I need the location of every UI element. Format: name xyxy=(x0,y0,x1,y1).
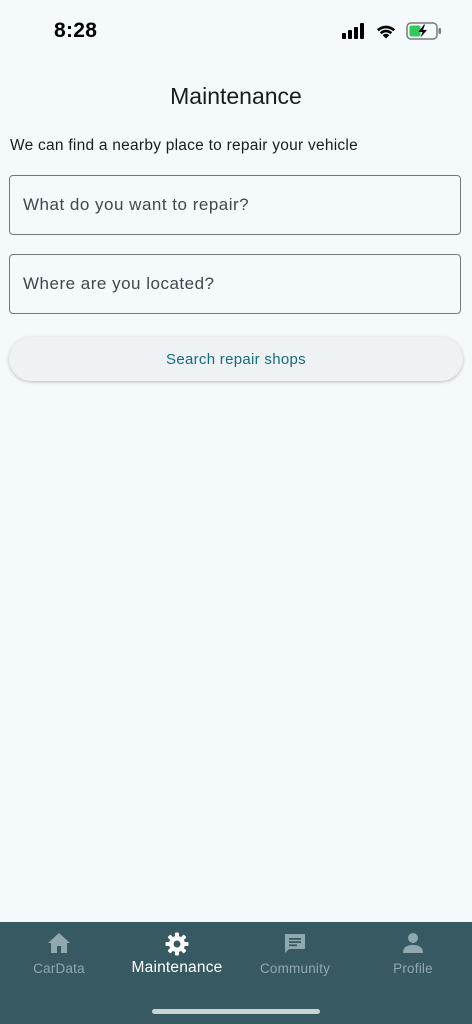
chat-icon xyxy=(285,934,305,953)
nav-item-maintenance[interactable]: Maintenance xyxy=(118,922,236,992)
location-input-placeholder: Where are you located? xyxy=(23,274,215,293)
status-bar: 8:28 xyxy=(0,0,472,64)
gear-icon xyxy=(165,932,189,956)
status-time: 8:28 xyxy=(54,19,98,42)
repair-input-placeholder: What do you want to repair? xyxy=(23,195,250,214)
home-icon xyxy=(48,933,70,953)
nav-label-cardata: CarData xyxy=(33,961,85,976)
battery-charging-icon xyxy=(406,22,441,40)
search-button-label: Search repair shops xyxy=(166,350,306,368)
location-input[interactable]: Where are you located? xyxy=(9,254,461,314)
person-icon xyxy=(403,933,423,953)
cellular-signal-icon xyxy=(342,23,364,39)
page-subtitle: We can find a nearby place to repair you… xyxy=(10,137,358,154)
nav-item-cardata[interactable]: CarData xyxy=(0,922,118,992)
search-repair-shops-button[interactable]: Search repair shops xyxy=(9,337,463,381)
nav-label-maintenance: Maintenance xyxy=(131,959,223,976)
nav-item-profile[interactable]: Profile xyxy=(354,922,472,992)
status-icons xyxy=(342,22,442,40)
page-title: Maintenance xyxy=(170,83,302,109)
repair-input[interactable]: What do you want to repair? xyxy=(9,175,461,235)
nav-label-profile: Profile xyxy=(393,961,433,976)
nav-label-community: Community xyxy=(259,961,331,976)
home-indicator[interactable] xyxy=(152,1009,320,1014)
nav-item-community[interactable]: Community xyxy=(236,922,354,992)
wifi-icon xyxy=(376,25,396,39)
